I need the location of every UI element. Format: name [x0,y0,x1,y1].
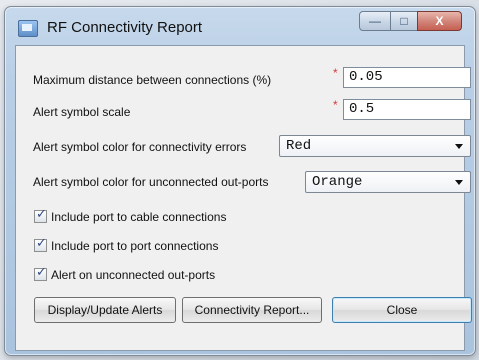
minimize-button[interactable]: — [359,11,391,31]
window-close-button[interactable]: X [417,11,462,31]
rf-connectivity-report-window: RF Connectivity Report — □ X Maximum dis… [4,6,476,356]
alert-unconnected-outports-row[interactable]: ✓ Alert on unconnected out-ports [34,265,344,286]
close-button[interactable]: Close [332,297,472,323]
symbol-scale-input[interactable]: 0.5 [343,99,471,120]
check-mark-icon: ✓ [36,207,47,222]
dropdown-arrow-icon [455,180,463,185]
maximize-button[interactable]: □ [390,11,418,31]
connectivity-errors-color-label: Alert symbol color for connectivity erro… [33,140,247,154]
include-port-port-label: Include port to port connections [51,239,219,253]
window-title: RF Connectivity Report [47,19,203,36]
connectivity-errors-color-value: Red [286,138,312,154]
include-port-port-row[interactable]: ✓ Include port to port connections [34,236,344,257]
include-port-cable-label: Include port to cable connections [51,210,227,224]
connectivity-report-button[interactable]: Connectivity Report... [182,297,322,323]
max-distance-input[interactable]: 0.05 [343,67,471,88]
alert-unconnected-outports-label: Alert on unconnected out-ports [51,268,216,282]
display-update-alerts-button[interactable]: Display/Update Alerts [34,297,176,323]
dialog-content: Maximum distance between connections (%)… [15,45,472,351]
window-titlebar[interactable]: RF Connectivity Report — □ X [5,7,475,47]
max-distance-label: Maximum distance between connections (%) [33,73,272,87]
rf-report-icon [18,20,38,37]
unconnected-outports-color-value: Orange [312,174,363,190]
check-mark-icon: ✓ [36,265,47,280]
include-port-cable-row[interactable]: ✓ Include port to cable connections [34,207,344,228]
dropdown-arrow-icon [455,144,463,149]
symbol-scale-label: Alert symbol scale [33,105,131,119]
include-port-port-checkbox[interactable]: ✓ [34,236,47,252]
connectivity-errors-color-select[interactable]: Red [279,135,471,157]
include-port-cable-checkbox[interactable]: ✓ [34,207,47,223]
alert-unconnected-outports-checkbox[interactable]: ✓ [34,265,47,281]
desktop-background: RF Connectivity Report — □ X Maximum dis… [0,0,479,360]
unconnected-outports-color-select[interactable]: Orange [305,171,471,193]
unconnected-outports-color-label: Alert symbol color for unconnected out-p… [33,175,269,189]
check-mark-icon: ✓ [36,236,47,251]
symbol-scale-required-marker: * [333,98,338,112]
max-distance-required-marker: * [333,66,338,80]
